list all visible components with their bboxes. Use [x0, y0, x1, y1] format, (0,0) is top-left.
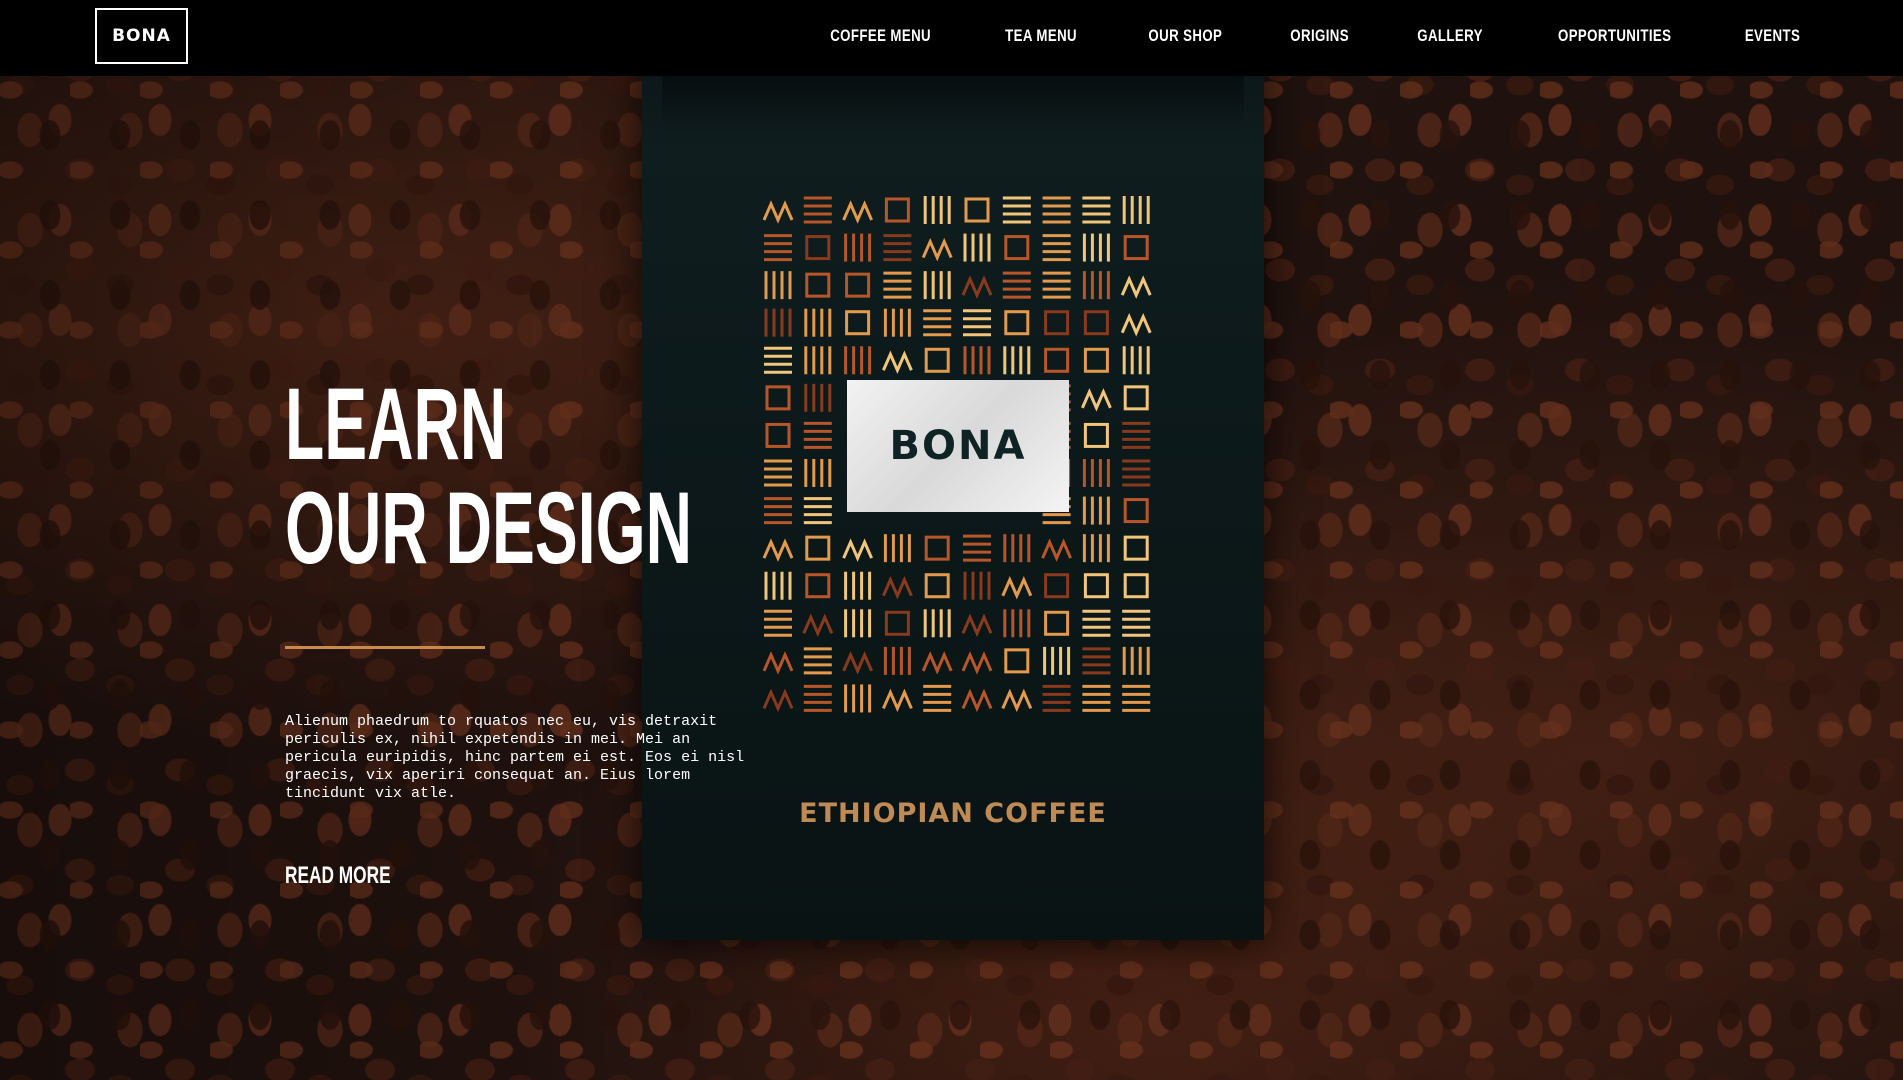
- nav-coffee-menu[interactable]: COFFEE MENU: [830, 26, 931, 46]
- nav-tea-menu[interactable]: TEA MENU: [1006, 26, 1078, 46]
- nav-opportunities[interactable]: OPPORTUNITIES: [1558, 26, 1671, 46]
- nav-gallery[interactable]: GALLERY: [1417, 26, 1483, 46]
- hero-heading: LEARN OUR DESIGN: [285, 372, 931, 580]
- nav-origins[interactable]: ORIGINS: [1291, 26, 1350, 46]
- hero-title-line2: OUR DESIGN: [285, 471, 693, 585]
- hero-divider: [285, 646, 485, 649]
- site-logo[interactable]: BONA: [95, 8, 188, 64]
- read-more-link[interactable]: READ MORE: [285, 862, 391, 890]
- hero-title-line1: LEARN: [285, 367, 507, 481]
- main-nav: COFFEE MENU TEA MENU OUR SHOP ORIGINS GA…: [766, 0, 1808, 72]
- hero-description: Alienum phaedrum to rquatos nec eu, vis …: [285, 713, 745, 802]
- page: BONA COFFEE MENU TEA MENU OUR SHOP ORIGI…: [0, 0, 1903, 1080]
- nav-our-shop[interactable]: OUR SHOP: [1148, 26, 1222, 46]
- site-header: BONA COFFEE MENU TEA MENU OUR SHOP ORIGI…: [0, 0, 1903, 76]
- nav-events[interactable]: EVENTS: [1745, 26, 1800, 46]
